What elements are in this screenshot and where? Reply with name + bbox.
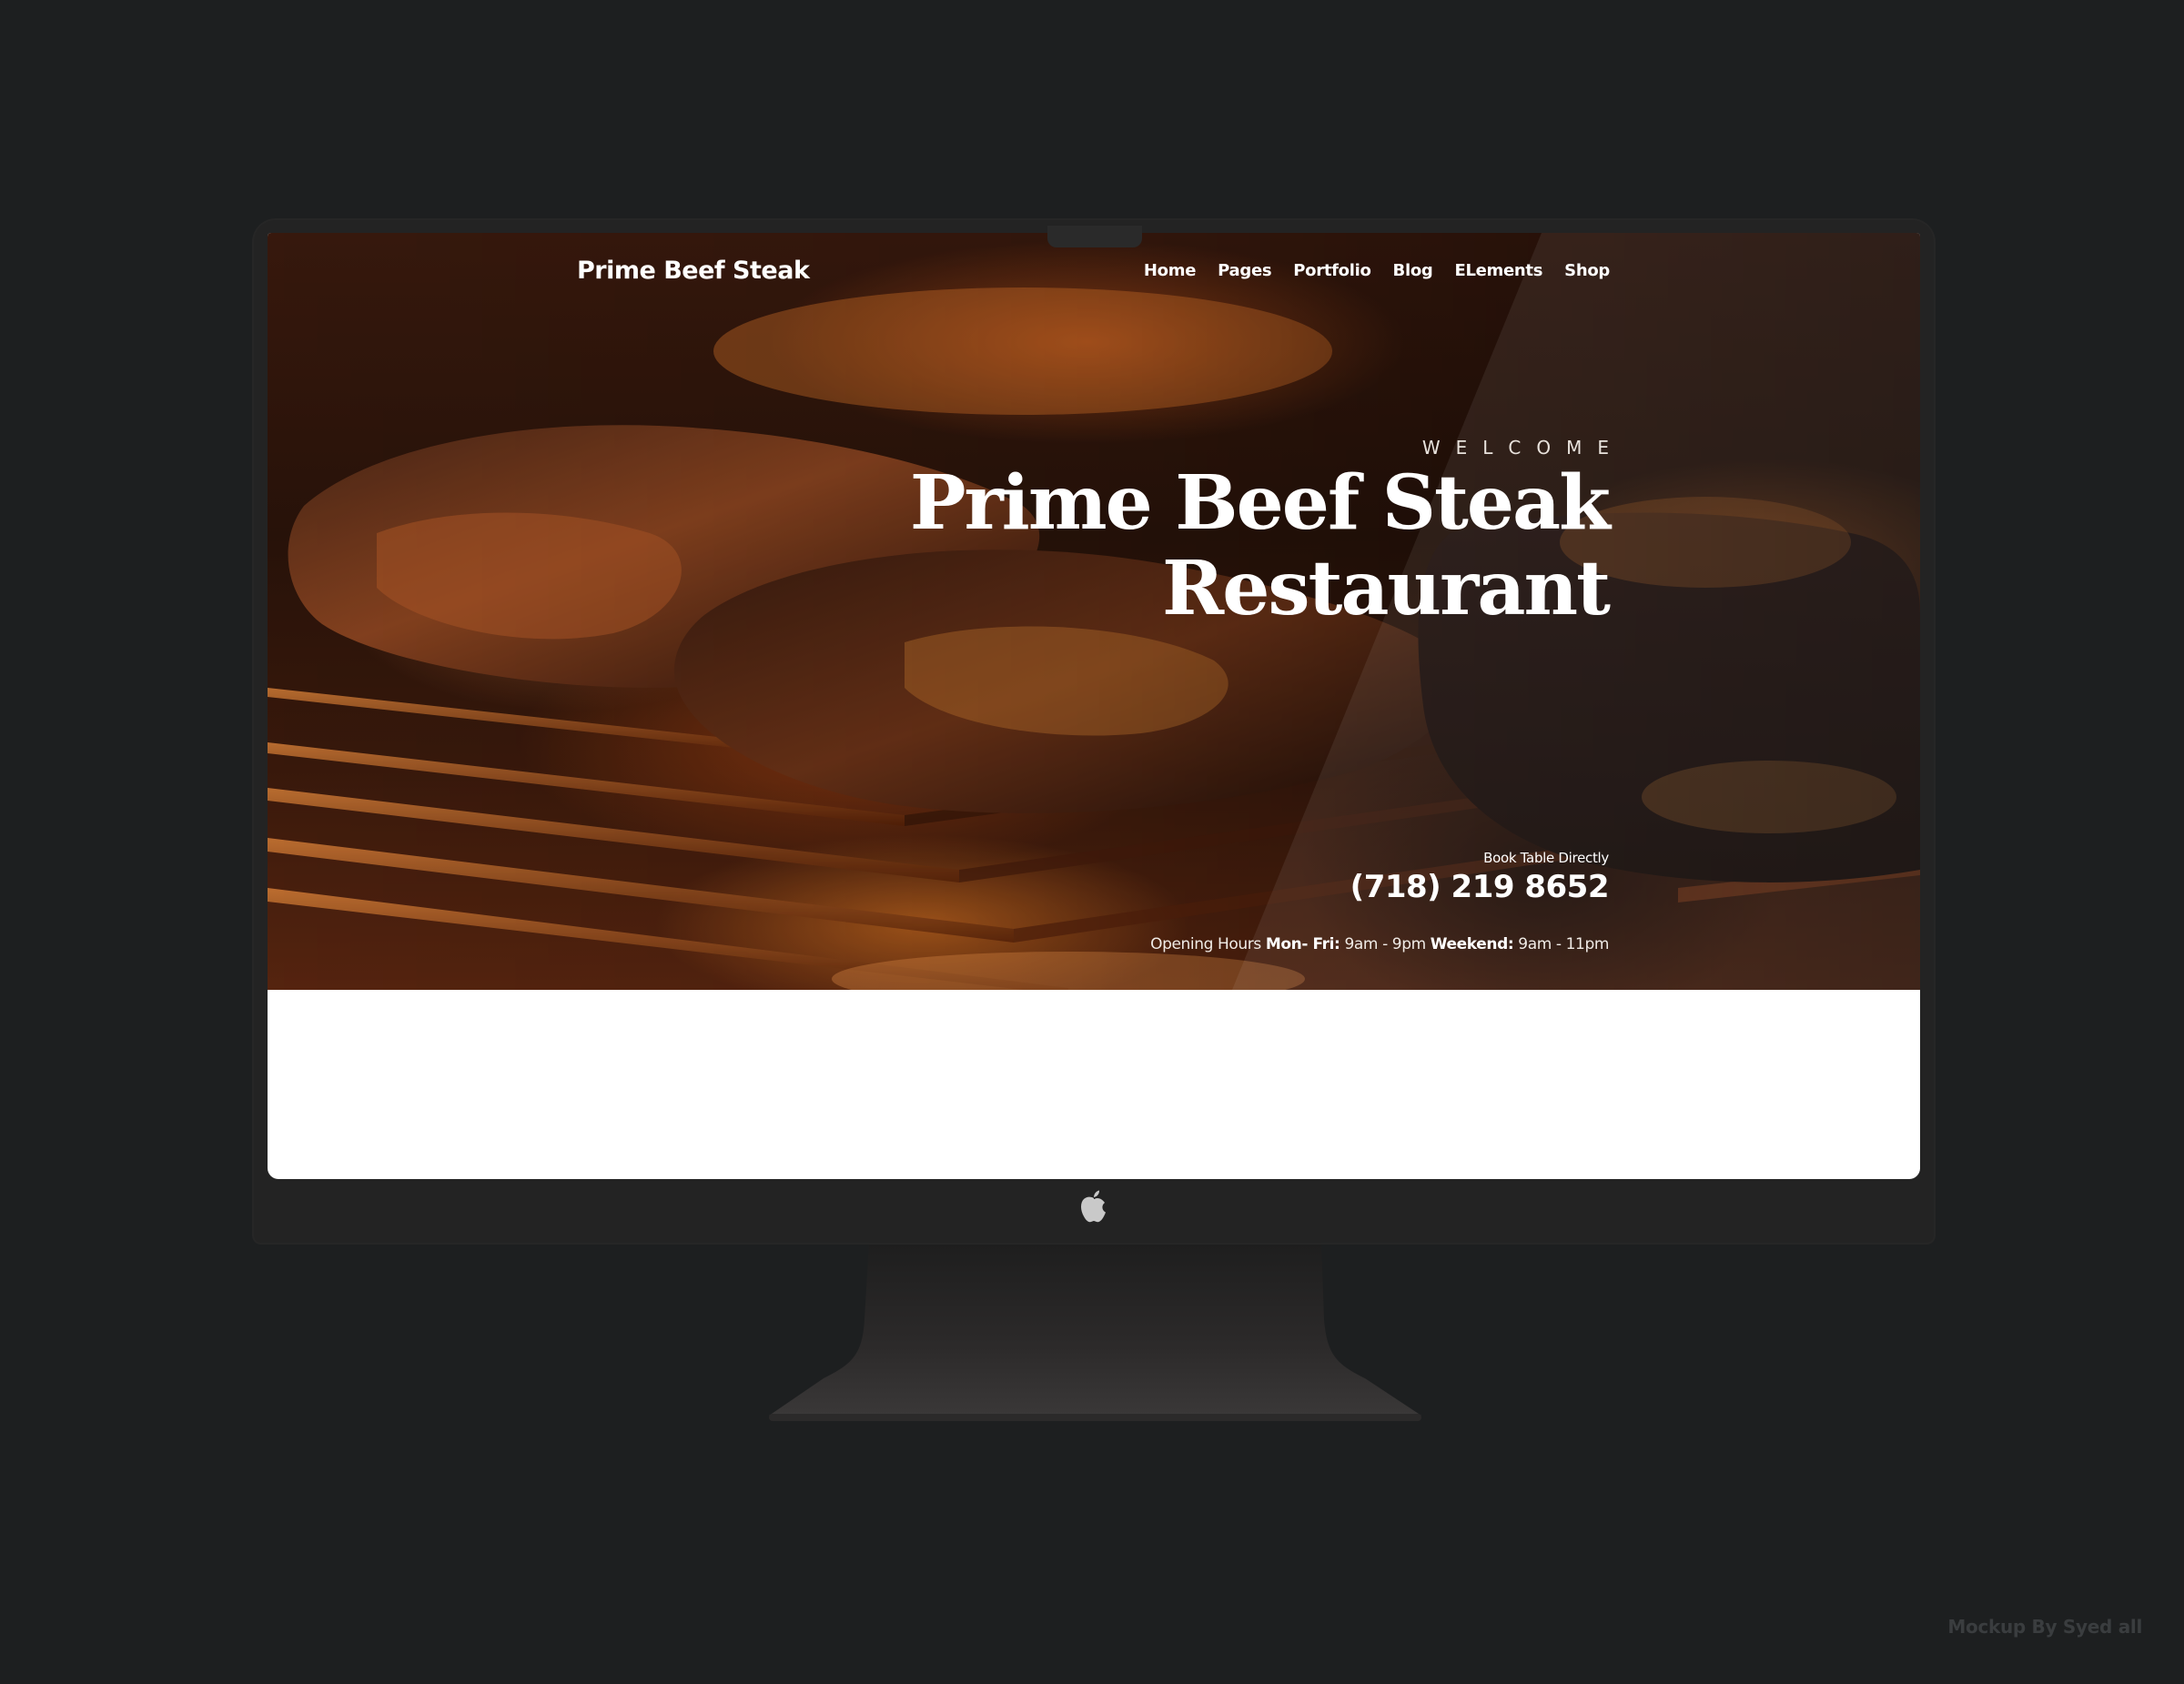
nav-home[interactable]: Home (1144, 261, 1197, 280)
hero-section: Prime Beef Steak Home Pages Portfolio Bl… (268, 233, 1920, 990)
weekend-label: Weekend: (1430, 935, 1514, 953)
hero-eyebrow: WELCOME (1421, 437, 1624, 459)
mockup-stage: Prime Beef Steak Home Pages Portfolio Bl… (0, 0, 2184, 1684)
main-navigation: Home Pages Portfolio Blog ELements Shop (268, 261, 1610, 280)
nav-portfolio[interactable]: Portfolio (1293, 261, 1371, 280)
nav-blog[interactable]: Blog (1393, 261, 1433, 280)
nav-shop[interactable]: Shop (1564, 261, 1610, 280)
camera-notch (1047, 226, 1142, 247)
weekday-label: Mon- Fri: (1265, 935, 1340, 953)
weekend-hours: 9am - 11pm (1518, 935, 1609, 953)
nav-elements[interactable]: ELements (1454, 261, 1542, 280)
mockup-credit: Mockup By Syed all (1947, 1616, 2142, 1638)
hero-title-line-1: Prime Beef Steak (909, 459, 1611, 547)
nav-pages[interactable]: Pages (1218, 261, 1271, 280)
phone-number-link[interactable]: (718) 219 8652 (1350, 869, 1610, 905)
hero-title-line-2: Restaurant (1162, 545, 1611, 632)
weekday-hours: 9am - 9pm (1344, 935, 1426, 953)
opening-hours: Opening Hours Mon- Fri: 9am - 9pm Weeken… (1150, 935, 1609, 953)
monitor-screen: Prime Beef Steak Home Pages Portfolio Bl… (268, 233, 1920, 1179)
hero-title: Prime Beef Steak Restaurant (790, 459, 1611, 632)
hours-label: Opening Hours (1150, 935, 1261, 953)
apple-logo-icon (1081, 1190, 1106, 1223)
book-table-label: Book Table Directly (1483, 850, 1609, 866)
